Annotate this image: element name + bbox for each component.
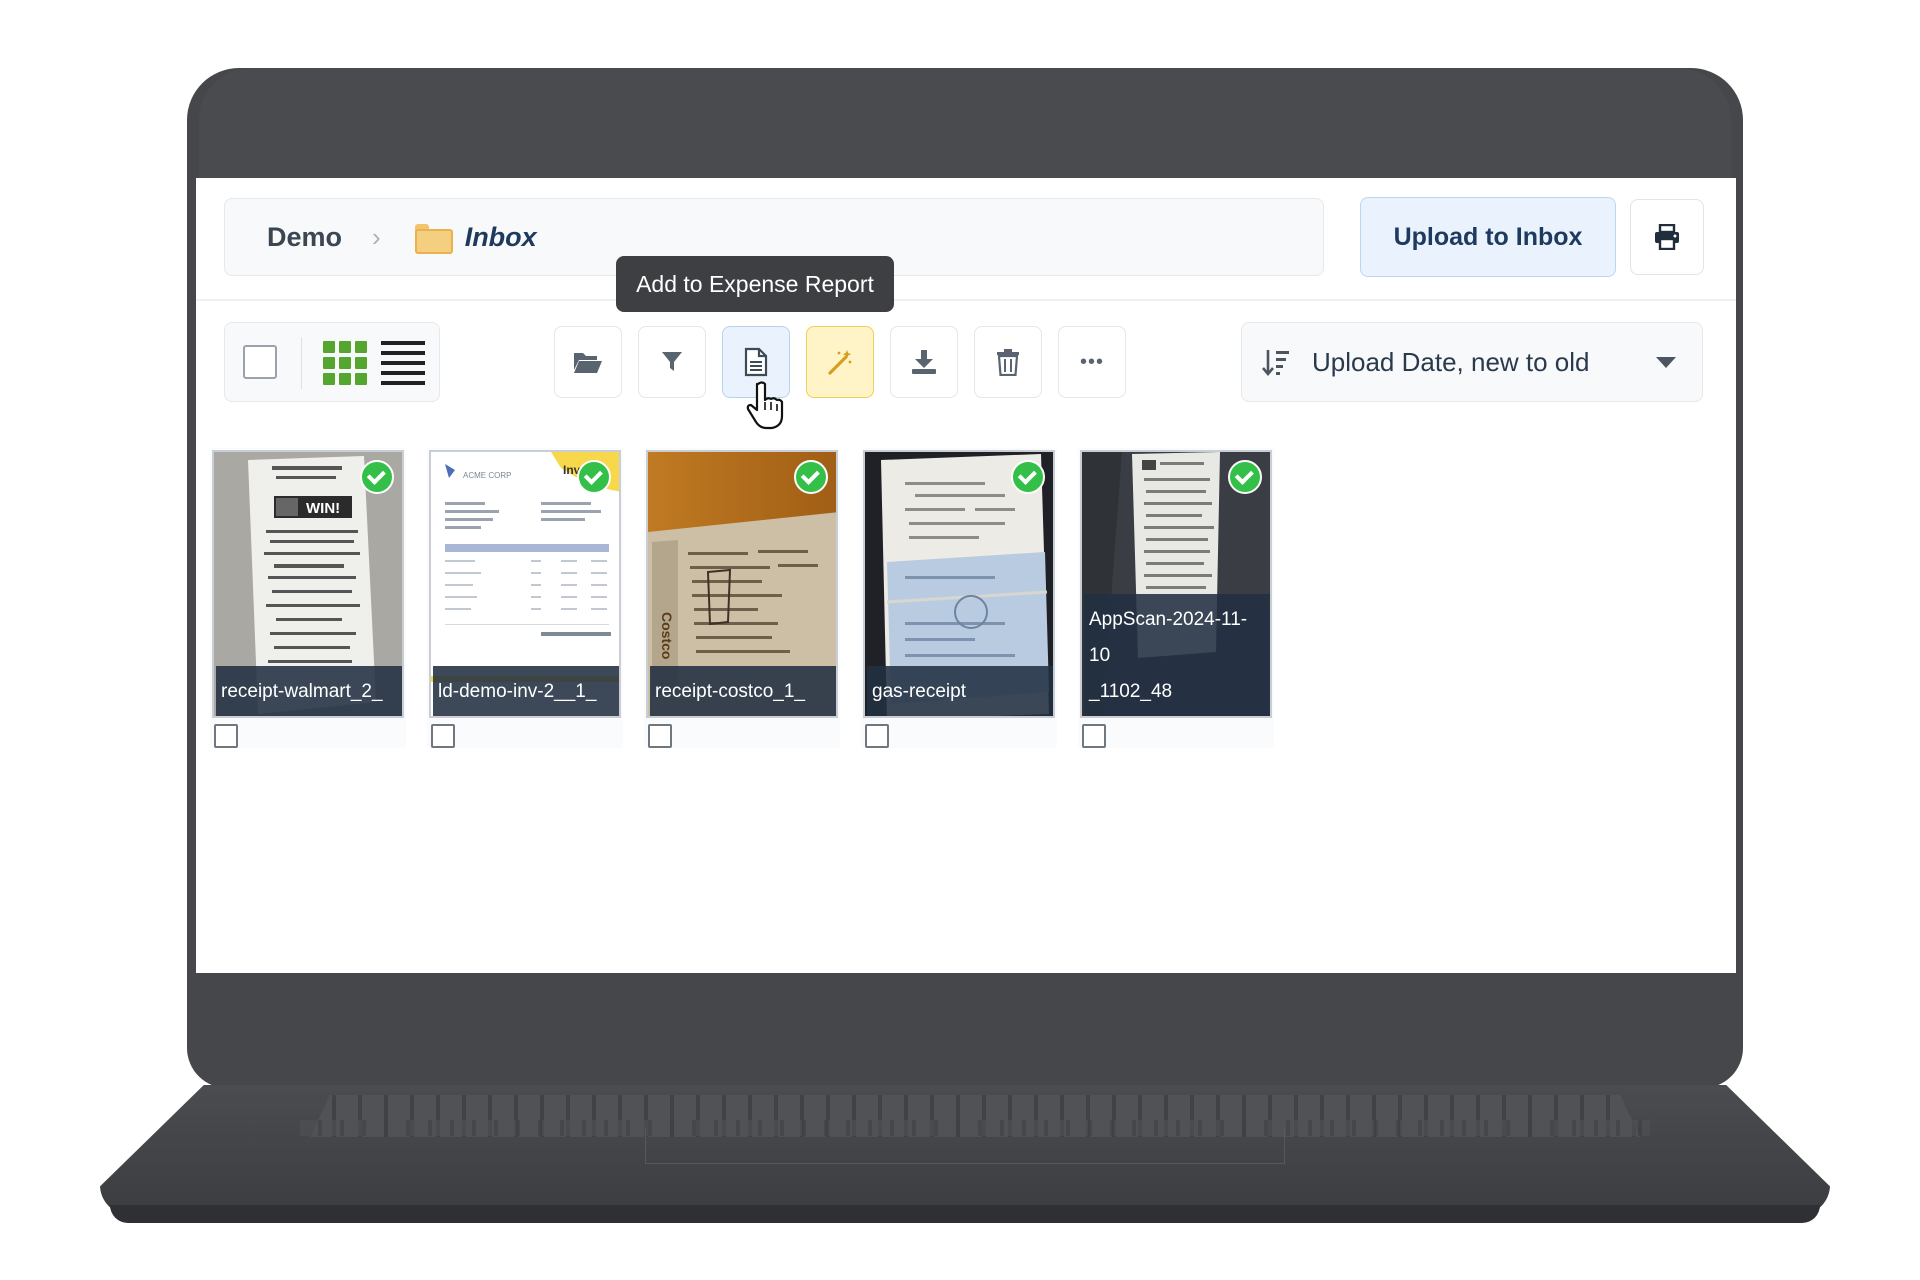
printer-icon — [1655, 224, 1679, 250]
file-card[interactable]: WIN! receipt-walmart_2_ — [210, 448, 406, 748]
file-name: AppScan-2024-11-10 _1102_48 — [1084, 594, 1270, 716]
download-button[interactable] — [890, 326, 958, 398]
grid-view-icon[interactable] — [323, 341, 367, 385]
file-name: receipt-walmart_2_ — [216, 666, 402, 716]
file-name: receipt-costco_1_ — [650, 666, 836, 716]
file-name-line: AppScan-2024-11-10 — [1089, 609, 1248, 666]
tooltip: Add to Expense Report — [616, 256, 894, 312]
folder-icon — [414, 224, 453, 254]
folder-open-icon — [574, 353, 602, 373]
check-icon — [1011, 460, 1045, 494]
delete-button[interactable] — [974, 326, 1042, 398]
auto-process-button[interactable] — [806, 326, 874, 398]
svg-text:Costco: Costco — [659, 612, 675, 659]
check-icon — [577, 460, 611, 494]
file-select-checkbox[interactable] — [214, 724, 238, 748]
check-icon — [1228, 460, 1262, 494]
file-card[interactable]: gas-receipt — [861, 448, 1057, 748]
sort-dropdown[interactable]: Upload Date, new to old — [1241, 322, 1703, 402]
svg-text:WIN!: WIN! — [306, 500, 340, 517]
move-to-folder-button[interactable] — [554, 326, 622, 398]
file-thumbnail[interactable]: ACME CORP Inv ld-demo-inv-2__1_ — [429, 450, 621, 718]
file-select-checkbox[interactable] — [1082, 724, 1106, 748]
file-thumbnail[interactable]: Costco receipt-costco_1_ — [646, 450, 838, 718]
file-thumbnail[interactable]: AppScan-2024-11-10 _1102_48 — [1080, 450, 1272, 718]
view-toggle-group — [224, 322, 440, 402]
breadcrumb-chevron-icon: › — [372, 221, 381, 252]
expense-report-icon — [744, 347, 768, 377]
trash-icon — [997, 349, 1019, 376]
svg-text:ACME CORP: ACME CORP — [463, 471, 511, 480]
select-all-checkbox[interactable] — [243, 345, 277, 379]
check-icon — [360, 460, 394, 494]
chevron-down-icon — [1656, 357, 1676, 368]
file-thumbnail[interactable]: gas-receipt — [863, 450, 1055, 718]
file-select-checkbox[interactable] — [431, 724, 455, 748]
file-card[interactable]: AppScan-2024-11-10 _1102_48 — [1078, 448, 1274, 748]
file-name: ld-demo-inv-2__1_ — [433, 666, 619, 716]
filter-button[interactable] — [638, 326, 706, 398]
breadcrumb-current-folder[interactable]: Inbox — [465, 222, 537, 253]
stage: Demo › Inbox Upload to Inbox ••• Add to … — [0, 0, 1920, 1280]
file-name-line: _1102_48 — [1089, 681, 1173, 702]
file-select-checkbox[interactable] — [648, 724, 672, 748]
list-view-icon[interactable] — [381, 341, 425, 385]
check-icon — [794, 460, 828, 494]
sort-label: Upload Date, new to old — [1312, 346, 1590, 377]
sort-descending-icon — [1262, 350, 1289, 377]
more-icon: ••• — [1079, 350, 1104, 373]
file-thumbnail[interactable]: WIN! receipt-walmart_2_ — [212, 450, 404, 718]
file-card[interactable]: Costco receipt-costco_1_ — [644, 448, 840, 748]
filter-icon — [662, 352, 682, 371]
hand-cursor-icon — [746, 381, 784, 430]
header-divider — [196, 299, 1736, 301]
more-actions-button[interactable]: ••• — [1058, 326, 1126, 398]
app-screen: Demo › Inbox Upload to Inbox ••• Add to … — [196, 178, 1736, 973]
download-icon — [912, 350, 936, 374]
file-card[interactable]: ACME CORP Inv ld-demo-inv-2__1_ — [427, 448, 623, 748]
upload-to-inbox-button[interactable]: Upload to Inbox — [1360, 197, 1616, 277]
laptop-trackpad — [645, 1128, 1285, 1164]
file-select-checkbox[interactable] — [865, 724, 889, 748]
file-name: gas-receipt — [867, 666, 1053, 716]
print-button[interactable] — [1630, 199, 1704, 275]
breadcrumb-root[interactable]: Demo — [267, 222, 342, 253]
magic-wand-icon — [828, 350, 852, 375]
